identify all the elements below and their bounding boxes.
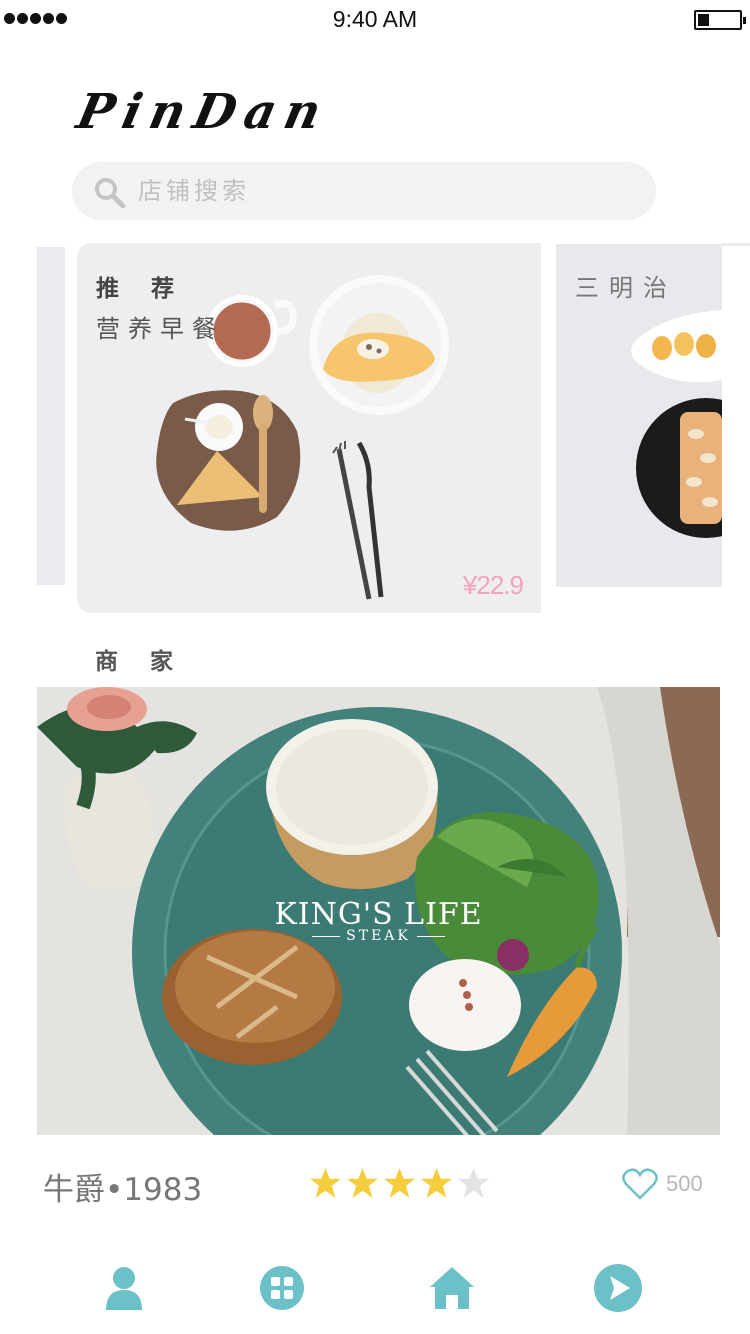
carousel-edge (722, 243, 750, 246)
carousel-card-previous[interactable] (37, 247, 65, 585)
section-title-merchants: 商 家 (95, 649, 186, 675)
star-icon (420, 1168, 453, 1198)
star-icon (309, 1168, 342, 1198)
card-title: 三明治 (575, 274, 677, 302)
merchant-info: 牛爵•1983 500 (0, 1160, 750, 1210)
search-icon (95, 178, 126, 209)
star-empty-icon (457, 1168, 490, 1198)
merchant-card-image[interactable]: KING'S LIFE STEAK (37, 687, 720, 1135)
battery-icon (694, 10, 746, 30)
tab-bar (0, 1258, 750, 1318)
like-count: 500 (666, 1171, 703, 1196)
search-bar[interactable] (72, 162, 656, 220)
heart-icon (622, 1168, 658, 1200)
tab-home[interactable] (422, 1258, 482, 1318)
tab-profile[interactable] (94, 1258, 154, 1318)
grid-icon (260, 1266, 304, 1310)
card-tag: 推 荐 (96, 276, 187, 302)
home-icon (430, 1267, 474, 1309)
brand-name: KING'S LIFE (274, 897, 483, 932)
card-price: ¥22.9 (462, 570, 524, 600)
status-bar: 9:40 AM (0, 0, 750, 40)
status-time: 9:40 AM (332, 6, 418, 32)
brand-subtitle: STEAK (37, 928, 720, 944)
user-icon (106, 1267, 142, 1310)
brand-overlay: KING'S LIFE STEAK (37, 897, 720, 944)
send-icon (594, 1264, 642, 1312)
merchant-rating (308, 1166, 491, 1200)
carousel-card-next[interactable]: 三明治 (556, 244, 722, 587)
merchant-name[interactable]: 牛爵•1983 (43, 1164, 202, 1209)
carousel-card-featured[interactable]: 推 荐 营养早餐 ¥22.9 (77, 243, 541, 613)
tab-discover[interactable] (588, 1258, 648, 1318)
app-logo: PinDan (72, 84, 335, 140)
card-title: 营养早餐 (96, 315, 224, 343)
star-icon (346, 1168, 379, 1198)
search-input[interactable] (138, 162, 618, 220)
tab-categories[interactable] (252, 1258, 312, 1318)
like-button[interactable]: 500 (622, 1168, 703, 1200)
star-icon (383, 1168, 416, 1198)
